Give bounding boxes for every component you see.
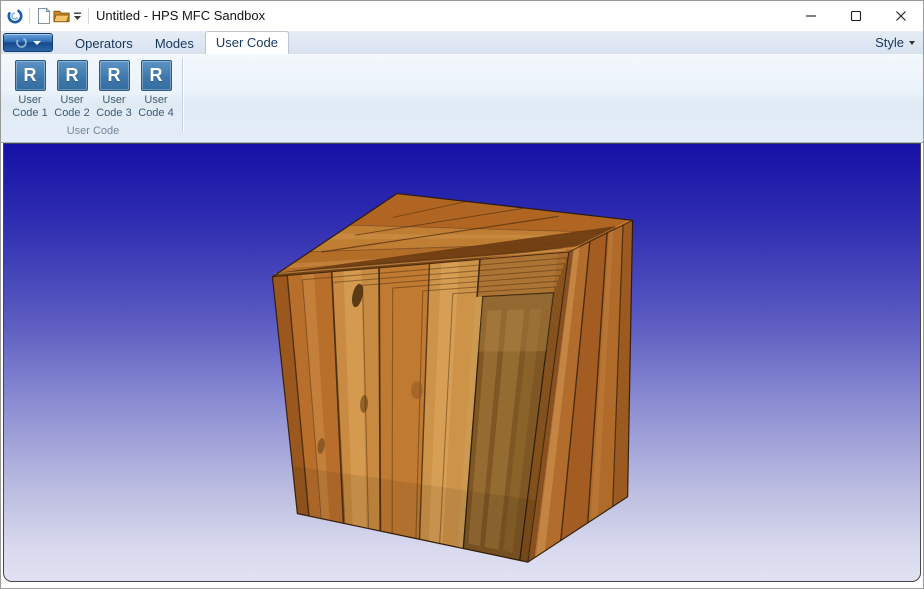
application-menu-button[interactable] bbox=[3, 33, 53, 52]
window-controls bbox=[788, 1, 923, 30]
button-label: UserCode 4 bbox=[135, 94, 177, 120]
minimize-icon bbox=[805, 10, 817, 22]
titlebar: Untitled - HPS MFC Sandbox bbox=[1, 1, 923, 31]
separator bbox=[29, 8, 30, 24]
tab-user-code[interactable]: User Code bbox=[205, 31, 289, 54]
qat-dropdown-icon[interactable] bbox=[71, 7, 83, 25]
maximize-icon bbox=[850, 10, 862, 22]
user-code-2-button[interactable]: R UserCode 2 bbox=[51, 60, 93, 126]
open-folder-icon[interactable] bbox=[53, 7, 71, 25]
tab-list: OperatorsModesUser Code bbox=[64, 31, 289, 54]
new-document-icon[interactable] bbox=[35, 7, 53, 25]
minimize-button[interactable] bbox=[788, 1, 833, 30]
3d-scene[interactable] bbox=[4, 144, 920, 581]
window-title: Untitled - HPS MFC Sandbox bbox=[96, 1, 265, 31]
ribbon-group-label: User Code bbox=[5, 125, 181, 137]
style-label: Style bbox=[875, 35, 904, 50]
r-letter-icon: R bbox=[99, 60, 130, 91]
ribbon-tab-row: OperatorsModesUser Code Style bbox=[1, 31, 923, 54]
chevron-down-icon bbox=[909, 41, 915, 45]
quick-access-toolbar bbox=[6, 1, 94, 31]
r-letter-icon: R bbox=[15, 60, 46, 91]
app-logo-icon bbox=[15, 36, 28, 49]
r-letter-icon: R bbox=[141, 60, 172, 91]
user-code-3-button[interactable]: R UserCode 3 bbox=[93, 60, 135, 126]
group-separator bbox=[182, 58, 183, 132]
maximize-button[interactable] bbox=[833, 1, 878, 30]
app-window: Untitled - HPS MFC Sandbox bbox=[0, 0, 924, 589]
user-code-1-button[interactable]: R UserCode 1 bbox=[9, 60, 51, 126]
button-label: UserCode 1 bbox=[9, 94, 51, 120]
chevron-down-icon bbox=[33, 41, 41, 45]
tab-modes[interactable]: Modes bbox=[144, 32, 205, 54]
close-button[interactable] bbox=[878, 1, 923, 30]
separator bbox=[88, 8, 89, 24]
style-dropdown[interactable]: Style bbox=[875, 31, 915, 54]
ribbon-panel: RUserCode 1RUserCode 2RUserCode 3RUserCo… bbox=[1, 54, 923, 143]
close-icon bbox=[895, 10, 907, 22]
button-label: UserCode 2 bbox=[51, 94, 93, 120]
r-letter-icon: R bbox=[57, 60, 88, 91]
user-code-4-button[interactable]: R UserCode 4 bbox=[135, 60, 177, 126]
tab-operators[interactable]: Operators bbox=[64, 32, 144, 54]
3d-viewport[interactable] bbox=[3, 143, 921, 582]
app-logo-icon bbox=[6, 7, 24, 25]
button-label: UserCode 3 bbox=[93, 94, 135, 120]
